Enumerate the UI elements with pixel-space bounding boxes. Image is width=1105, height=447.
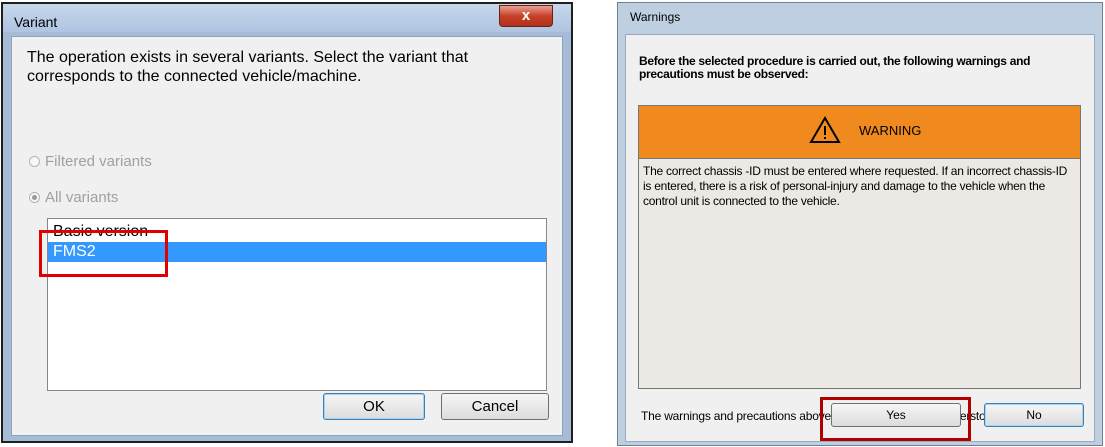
highlight-box-fms2	[39, 230, 168, 277]
warning-box: WARNING The correct chassis -ID must be …	[638, 105, 1081, 389]
warning-banner: WARNING	[639, 106, 1080, 159]
filtered-variants-radio[interactable]: Filtered variants	[29, 153, 152, 170]
warnings-dialog-title: Warnings	[630, 10, 681, 24]
highlight-box-yes	[820, 397, 971, 441]
filtered-variants-label: Filtered variants	[45, 153, 152, 170]
close-button[interactable]: x	[499, 5, 553, 27]
warnings-dialog: Warnings Before the selected procedure i…	[617, 2, 1103, 446]
radio-unchecked-icon	[29, 156, 40, 167]
no-button[interactable]: No	[984, 403, 1084, 427]
ok-button[interactable]: OK	[323, 393, 425, 420]
variant-dialog: Variant x The operation exists in severa…	[1, 2, 573, 443]
warning-label: WARNING	[859, 123, 922, 138]
warning-triangle-icon	[809, 116, 841, 143]
all-variants-radio[interactable]: All variants	[29, 189, 118, 206]
all-variants-label: All variants	[45, 189, 119, 206]
cancel-button[interactable]: Cancel	[441, 393, 549, 420]
warning-text: The correct chassis -ID must be entered …	[643, 164, 1068, 208]
variant-titlebar[interactable]: Variant	[3, 4, 571, 32]
close-icon: x	[521, 7, 531, 24]
warnings-dialog-body: Before the selected procedure is carried…	[625, 34, 1095, 442]
radio-checked-icon	[29, 192, 40, 203]
variant-message: The operation exists in several variants…	[27, 49, 469, 85]
warnings-heading: Before the selected procedure is carried…	[639, 54, 1031, 81]
variant-dialog-title: Variant	[14, 14, 58, 30]
